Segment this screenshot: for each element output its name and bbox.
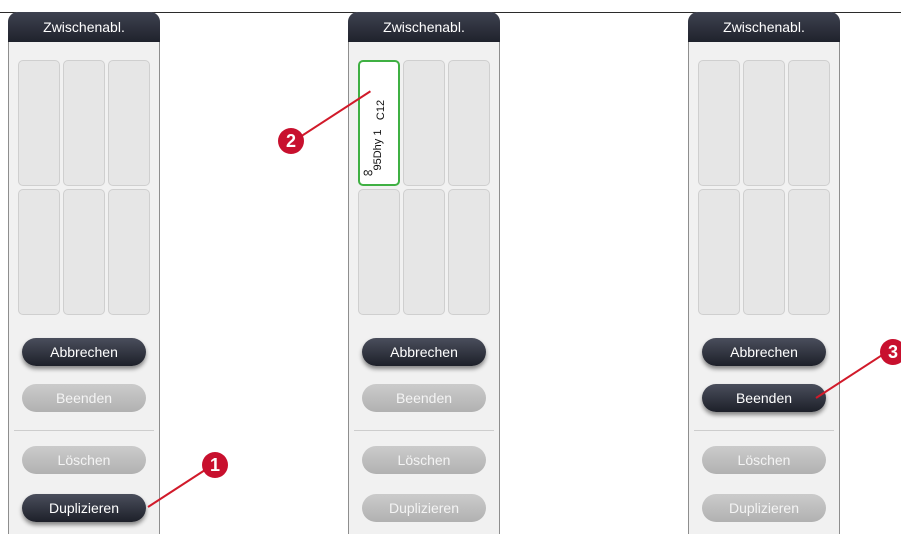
- cassette-slot[interactable]: [403, 189, 445, 315]
- callout-3-badge: 3: [880, 339, 901, 365]
- cassette-slot[interactable]: [18, 189, 60, 315]
- cassette-slot[interactable]: [743, 60, 785, 186]
- beenden-button[interactable]: Beenden: [22, 384, 146, 412]
- beenden-button[interactable]: Beenden: [702, 384, 826, 412]
- cassette-slot[interactable]: [18, 60, 60, 186]
- cassette-slot[interactable]: [63, 60, 105, 186]
- abbrechen-button[interactable]: Abbrechen: [702, 338, 826, 366]
- panel-header: Zwischenabl.: [688, 12, 840, 42]
- button-separator: [694, 430, 834, 431]
- cassette-slot[interactable]: [108, 60, 150, 186]
- cassette-slot[interactable]: [63, 189, 105, 315]
- button-separator: [354, 430, 494, 431]
- cassette-reagent-label: 95Dhy 1: [372, 129, 384, 171]
- duplizieren-button[interactable]: Duplizieren: [362, 494, 486, 522]
- panel-header: Zwischenabl.: [348, 12, 500, 42]
- cassette-slot[interactable]: [698, 189, 740, 315]
- cassette-slot[interactable]: [448, 189, 490, 315]
- infinity-icon: ∞: [363, 164, 373, 180]
- cassette-slot[interactable]: [108, 189, 150, 315]
- cassette-slot[interactable]: [788, 189, 830, 315]
- loeschen-button[interactable]: Löschen: [362, 446, 486, 474]
- loeschen-button[interactable]: Löschen: [702, 446, 826, 474]
- clipboard-panel-1: Zwischenabl. Abbrechen Beenden Löschen D…: [8, 12, 160, 534]
- callout-2-badge: 2: [278, 128, 304, 154]
- cassette-slot[interactable]: [403, 60, 445, 186]
- abbrechen-button[interactable]: Abbrechen: [22, 338, 146, 366]
- cassette-slot-selected[interactable]: C12 95Dhy 1 ∞: [358, 60, 400, 186]
- panel-header: Zwischenabl.: [8, 12, 160, 42]
- beenden-button[interactable]: Beenden: [362, 384, 486, 412]
- cassette-slot[interactable]: [788, 60, 830, 186]
- clipboard-panel-3: Zwischenabl. Abbrechen Beenden Löschen D…: [688, 12, 840, 534]
- callout-1-badge: 1: [202, 452, 228, 478]
- loeschen-button[interactable]: Löschen: [22, 446, 146, 474]
- cassette-slot[interactable]: [743, 189, 785, 315]
- clipboard-panel-2: Zwischenabl. C12 95Dhy 1 ∞ Abbrechen Bee…: [348, 12, 500, 534]
- cassette-slot[interactable]: [358, 189, 400, 315]
- duplizieren-button[interactable]: Duplizieren: [702, 494, 826, 522]
- cassette-slot[interactable]: [698, 60, 740, 186]
- cassette-slot[interactable]: [448, 60, 490, 186]
- abbrechen-button[interactable]: Abbrechen: [362, 338, 486, 366]
- button-separator: [14, 430, 154, 431]
- duplizieren-button[interactable]: Duplizieren: [22, 494, 146, 522]
